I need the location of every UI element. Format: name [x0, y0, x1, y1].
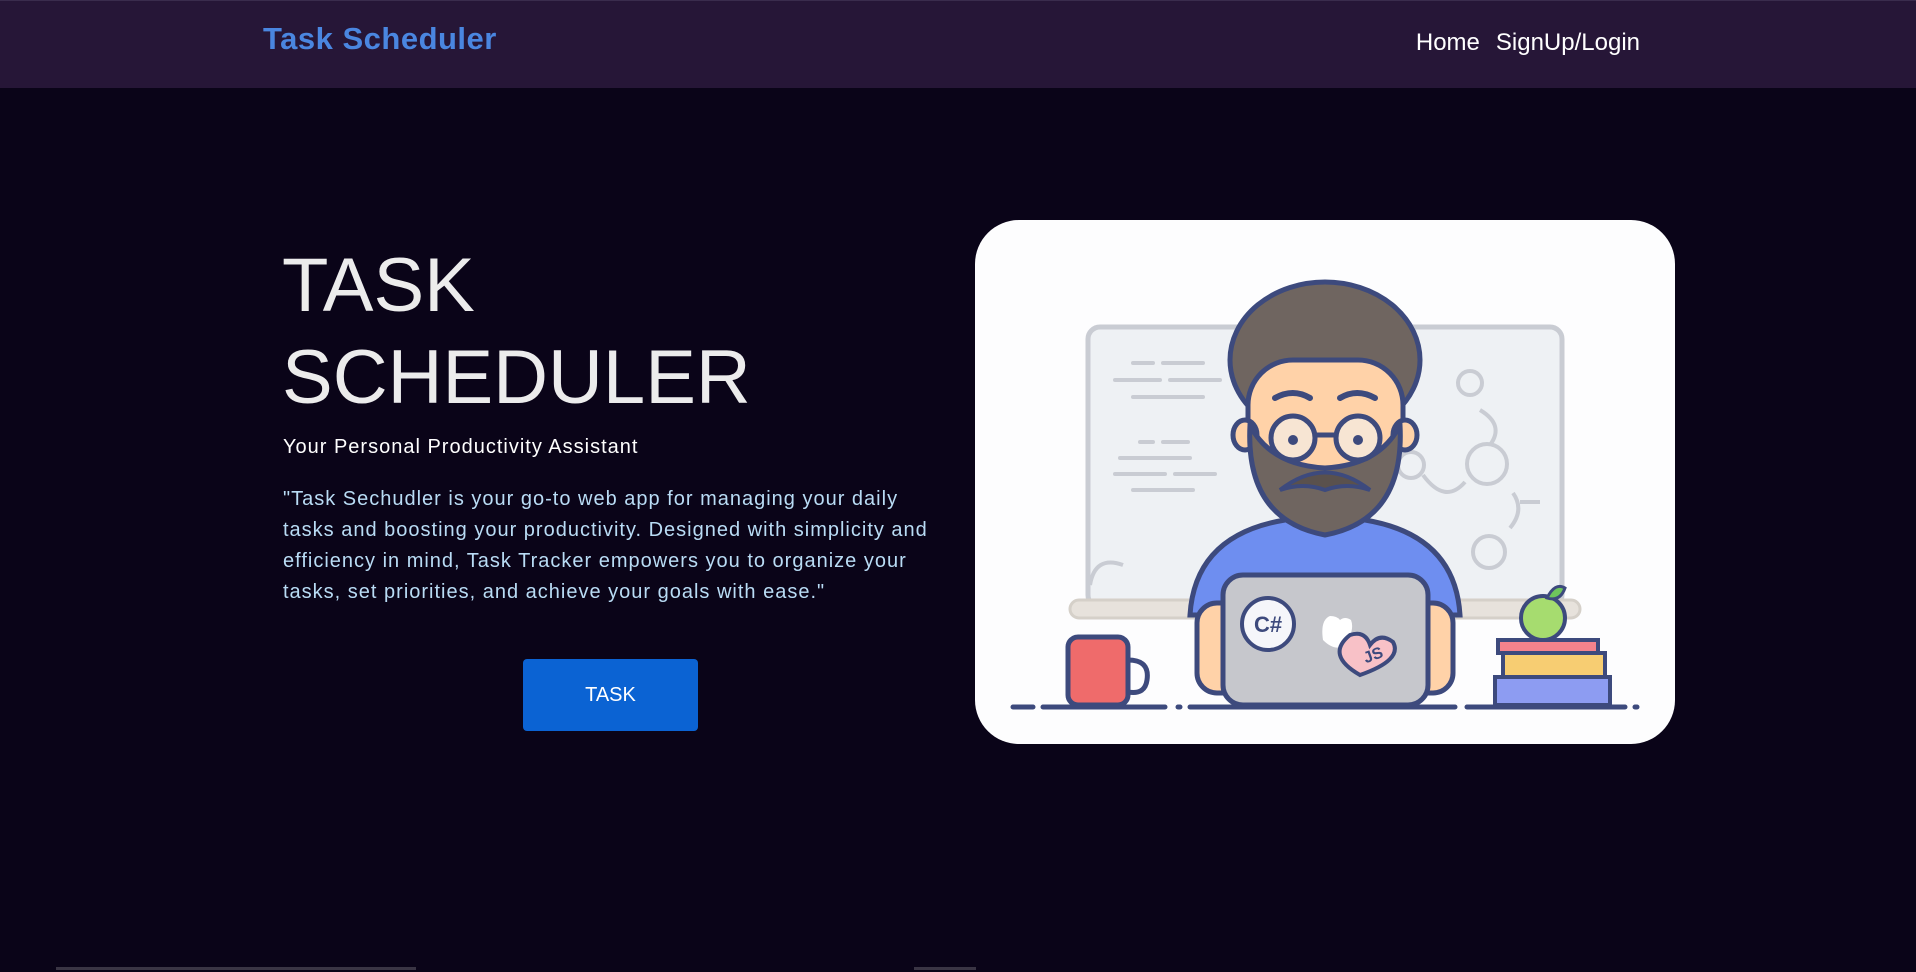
hero-illustration: C# JS	[975, 220, 1675, 744]
task-button[interactable]: TASK	[523, 659, 698, 731]
developer-illustration: C# JS	[1010, 279, 1640, 710]
nav-links: Home SignUp/Login	[1416, 29, 1640, 57]
navbar: Task Scheduler Home SignUp/Login	[0, 0, 1916, 88]
bottom-divider	[914, 967, 976, 970]
hero-title-line-1: TASK	[282, 243, 475, 328]
bottom-divider	[56, 967, 416, 970]
nav-link-signup-login[interactable]: SignUp/Login	[1496, 29, 1640, 57]
hero-subtitle: Your Personal Productivity Assistant	[283, 436, 639, 458]
hero-title: TASK SCHEDULER	[282, 240, 802, 424]
nav-link-home[interactable]: Home	[1416, 29, 1480, 57]
laptop-badge-csharp: C#	[1254, 612, 1282, 637]
hero-description: "Task Sechudler is your go-to web app fo…	[283, 488, 928, 603]
brand-logo-link[interactable]: Task Scheduler	[263, 21, 497, 57]
hero-title-line-2: SCHEDULER	[282, 335, 751, 420]
